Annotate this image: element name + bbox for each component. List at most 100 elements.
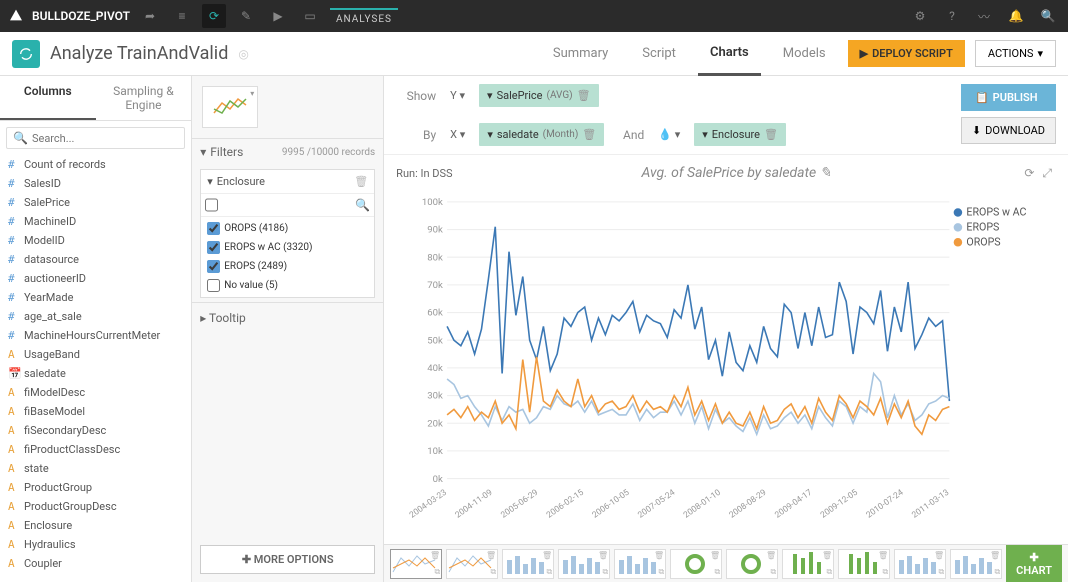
refresh-icon[interactable]: ⟳ (1020, 166, 1038, 180)
chart-thumb[interactable]: 🗑⧉ (782, 549, 834, 579)
dashboard-icon[interactable]: ▭ (298, 4, 322, 28)
x-axis-button[interactable]: X ▾ (446, 124, 469, 145)
copy-icon[interactable]: ⧉ (826, 567, 832, 577)
chart-thumb[interactable]: 🗑⧉ (390, 549, 442, 579)
caret-icon[interactable]: ▾ (200, 145, 206, 159)
and-pill[interactable]: ▾ Enclosure🗑 (694, 123, 786, 146)
trash-icon[interactable]: 🗑 (766, 551, 776, 560)
by-pill[interactable]: ▾ saledate (Month)🗑 (479, 123, 604, 146)
column-item[interactable]: AfiBaseModel (0, 402, 191, 421)
notebook-icon[interactable]: ✎ (234, 4, 258, 28)
caret-icon[interactable]: ▾ (207, 175, 213, 188)
trash-icon[interactable]: 🗑 (598, 551, 608, 560)
column-item[interactable]: AfiModelDesc (0, 383, 191, 402)
tab-charts[interactable]: Charts (698, 32, 761, 76)
actions-button[interactable]: ACTIONS ▾ (975, 40, 1056, 67)
chart-thumb[interactable]: 🗑⧉ (894, 549, 946, 579)
copy-icon[interactable]: ⧉ (938, 567, 944, 577)
chart-thumb[interactable]: 🗑⧉ (446, 549, 498, 579)
tab-models[interactable]: Models (771, 32, 838, 76)
column-search-input[interactable] (32, 132, 178, 145)
column-item[interactable]: AEnclosure (0, 516, 191, 535)
copy-icon[interactable]: ⧉ (994, 567, 1000, 577)
trash-icon[interactable]: 🗑 (934, 551, 944, 560)
trash-icon[interactable]: 🗑 (822, 551, 832, 560)
column-item[interactable]: #YearMade (0, 288, 191, 307)
copy-icon[interactable]: ⧉ (770, 567, 776, 577)
column-item[interactable]: AUsageBand (0, 345, 191, 364)
help-icon[interactable]: ? (940, 4, 964, 28)
recipe-icon[interactable]: ⟳ (202, 4, 226, 28)
column-item[interactable]: #age_at_sale (0, 307, 191, 326)
column-item[interactable]: #auctioneerID (0, 269, 191, 288)
filter-option[interactable]: OROPS (4186) (201, 219, 374, 238)
trash-icon[interactable]: 🗑 (486, 551, 496, 560)
filter-all-checkbox[interactable] (205, 198, 218, 212)
column-item[interactable]: AfiSecondaryDesc (0, 421, 191, 440)
trash-icon[interactable]: 🗑 (654, 551, 664, 560)
column-item[interactable]: #datasource (0, 250, 191, 269)
play-icon[interactable]: ▶ (266, 4, 290, 28)
tab-summary[interactable]: Summary (541, 32, 620, 76)
column-item[interactable]: #SalesID (0, 174, 191, 193)
trash-icon[interactable]: 🗑 (430, 551, 440, 560)
search-icon[interactable]: 🔍 (1036, 4, 1060, 28)
deploy-button[interactable]: ▶ DEPLOY SCRIPT (848, 40, 965, 67)
tab-columns[interactable]: Columns (0, 76, 96, 120)
trash-icon[interactable]: 🗑 (764, 128, 778, 141)
bell-icon[interactable]: 🔔 (1004, 4, 1028, 28)
column-item[interactable]: AProductGroup (0, 478, 191, 497)
column-item[interactable]: #Count of records (0, 155, 191, 174)
chart-thumb[interactable]: 🗑⧉ (838, 549, 890, 579)
trash-icon[interactable]: 🗑 (710, 551, 720, 560)
copy-icon[interactable]: ⧉ (882, 567, 888, 577)
more-options-button[interactable]: ✚ MORE OPTIONS (200, 545, 375, 574)
column-item[interactable]: #ModelID (0, 231, 191, 250)
gear-icon[interactable]: ⚙ (908, 4, 932, 28)
trash-icon[interactable]: 🗑 (354, 175, 368, 188)
copy-icon[interactable]: ⧉ (714, 567, 720, 577)
tab-sampling[interactable]: Sampling & Engine (96, 76, 192, 120)
dataset-icon[interactable]: ≡ (170, 4, 194, 28)
trash-icon[interactable]: 🗑 (582, 128, 596, 141)
chart-thumb[interactable]: 🗑⧉ (558, 549, 610, 579)
copy-icon[interactable]: ⧉ (546, 567, 552, 577)
filter-search-input[interactable] (222, 198, 355, 212)
chart-type-thumb[interactable] (202, 86, 258, 128)
column-item[interactable]: ACoupler (0, 554, 191, 573)
edit-icon[interactable]: ✎ (820, 165, 832, 181)
y-axis-button[interactable]: Y ▾ (446, 85, 469, 106)
publish-button[interactable]: 📋 PUBLISH (961, 84, 1056, 111)
column-item[interactable]: #MachineHoursCurrentMeter (0, 326, 191, 345)
chart-thumb[interactable]: 🗑⧉ (502, 549, 554, 579)
copy-icon[interactable]: ⧉ (602, 567, 608, 577)
column-item[interactable]: #SalePrice (0, 193, 191, 212)
chart-thumb[interactable]: 🗑⧉ (950, 549, 1002, 579)
chart-thumb[interactable]: 🗑⧉ (670, 549, 722, 579)
filter-option[interactable]: EROPS (2489) (201, 257, 374, 276)
download-button[interactable]: ⬇ DOWNLOAD (961, 117, 1056, 144)
activity-icon[interactable]: 〰 (972, 4, 996, 28)
copy-icon[interactable]: ⧉ (658, 567, 664, 577)
copy-icon[interactable]: ⧉ (434, 567, 440, 577)
trash-icon[interactable]: 🗑 (577, 89, 591, 102)
column-item[interactable]: AHydraulics (0, 535, 191, 554)
filter-option[interactable]: EROPS w AC (3320) (201, 238, 374, 257)
column-item[interactable]: #MachineID (0, 212, 191, 231)
chart-thumb[interactable]: 🗑⧉ (614, 549, 666, 579)
tab-script[interactable]: Script (630, 32, 688, 76)
caret-icon[interactable]: ▸ (200, 311, 206, 325)
column-item[interactable]: 📅saledate (0, 364, 191, 383)
show-pill[interactable]: ▾ SalePrice (AVG)🗑 (479, 84, 599, 107)
app-logo[interactable] (8, 7, 24, 26)
column-item[interactable]: Astate (0, 459, 191, 478)
add-chart-button[interactable]: ✚ CHART (1006, 545, 1062, 582)
project-title[interactable]: BULLDOZE_PIVOT (32, 9, 130, 23)
copy-icon[interactable]: ⧉ (490, 567, 496, 577)
filter-option[interactable]: No value (5) (201, 276, 374, 295)
column-item[interactable]: AfiProductClassDesc (0, 440, 191, 459)
trash-icon[interactable]: 🗑 (990, 551, 1000, 560)
column-item[interactable]: AProductGroupDesc (0, 497, 191, 516)
trash-icon[interactable]: 🗑 (542, 551, 552, 560)
trash-icon[interactable]: 🗑 (878, 551, 888, 560)
